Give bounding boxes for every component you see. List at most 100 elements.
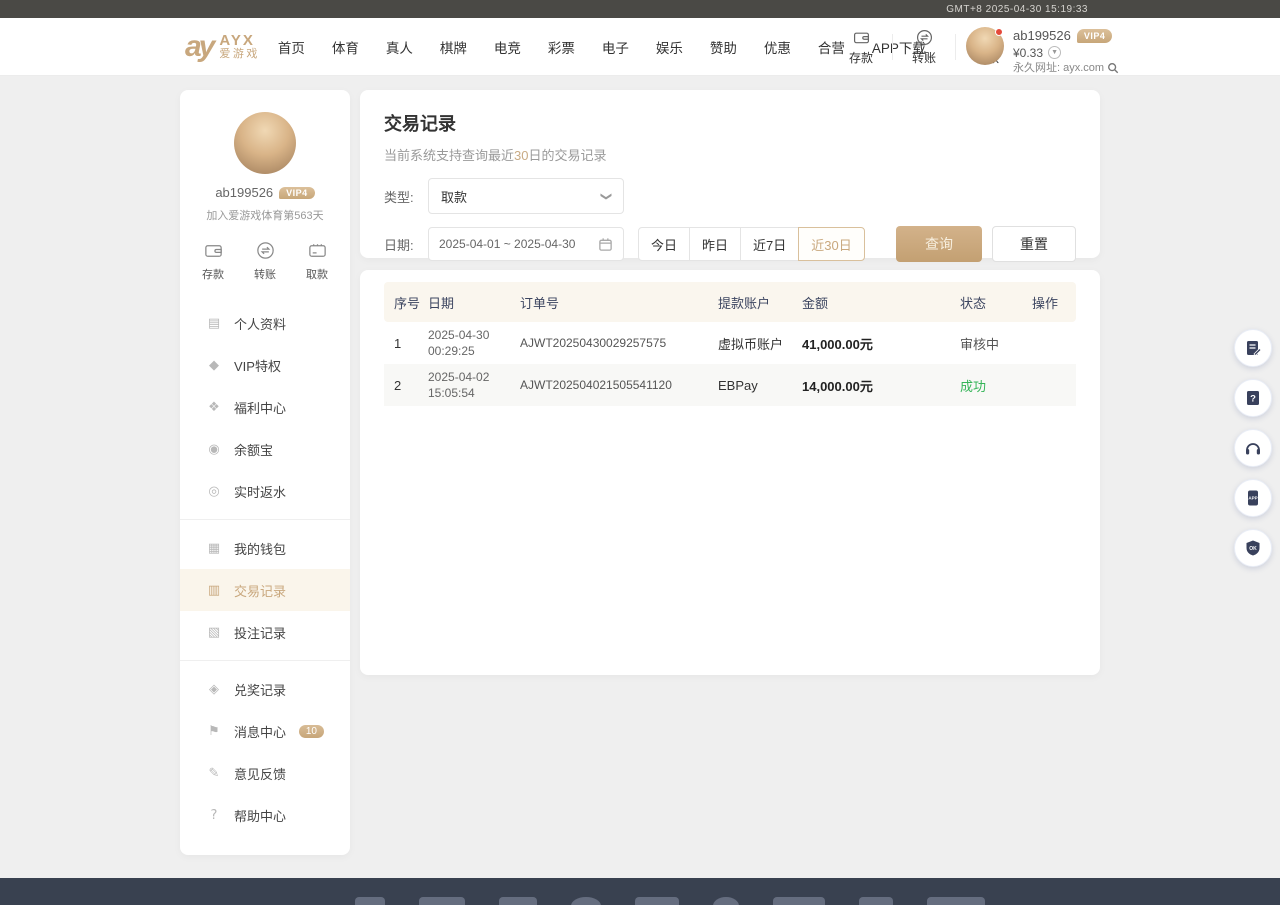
cell-date: 2025-04-30 00:29:25 <box>428 327 520 359</box>
sidebar: ab199526 VIP4 加入爱游戏体育第563天 存款 转账 <box>180 90 350 855</box>
menu-personal-info[interactable]: ▤ 个人资料 <box>180 302 350 344</box>
menu-realtime-rebate[interactable]: ◎ 实时返水 <box>180 470 350 512</box>
cell-no: 1 <box>384 336 428 351</box>
quick-date-yesterday[interactable]: 昨日 <box>689 227 741 261</box>
nav-slots[interactable]: 电子 <box>602 37 629 57</box>
header-user-block: ab199526 VIP4 ¥0.33 ▼ 永久网址: ayx.com <box>966 27 1119 76</box>
menu-betting-records[interactable]: ▧ 投注记录 <box>180 611 350 653</box>
deposit-button[interactable]: 存款 <box>840 28 882 66</box>
nav-lottery[interactable]: 彩票 <box>548 37 575 57</box>
quick-date-today[interactable]: 今日 <box>638 227 690 261</box>
bankcard-icon <box>307 240 328 261</box>
profile-username: ab199526 <box>215 185 273 200</box>
partner-logo <box>419 897 465 905</box>
quick-date-7days[interactable]: 近7日 <box>740 227 799 261</box>
divider <box>180 660 350 661</box>
menu-prize-records[interactable]: ◈ 兑奖记录 <box>180 668 350 710</box>
svg-text:APP: APP <box>1248 496 1257 501</box>
quick-date-30days[interactable]: 近30日 <box>798 227 864 261</box>
transfer-label: 转账 <box>912 49 936 66</box>
sidebar-withdraw-button[interactable]: 取款 <box>306 240 328 282</box>
transaction-record-icon: ▥ <box>206 583 222 598</box>
id-card-icon: ▤ <box>206 316 222 331</box>
help-icon: ? <box>206 808 222 823</box>
subtitle-days: 30 <box>514 148 528 163</box>
feedback-note-button[interactable] <box>1234 329 1272 367</box>
menu-label: 帮助中心 <box>234 806 286 825</box>
nav-cards[interactable]: 棋牌 <box>440 37 467 57</box>
nav-sports[interactable]: 体育 <box>332 37 359 57</box>
cell-order: AJWT202504021505541120 <box>520 378 718 392</box>
security-ok-button[interactable]: OK <box>1234 529 1272 567</box>
partner-logo <box>773 897 825 905</box>
sidebar-deposit-label: 存款 <box>202 266 224 282</box>
reset-button[interactable]: 重置 <box>992 226 1076 262</box>
prize-icon: ◈ <box>206 682 222 697</box>
cell-status: 成功 <box>960 376 1032 395</box>
menu-feedback[interactable]: ✎ 意见反馈 <box>180 752 350 794</box>
transfer-button[interactable]: 转账 <box>903 28 945 66</box>
joined-days: 加入爱游戏体育第563天 <box>180 207 350 223</box>
feedback-icon: ✎ <box>206 766 222 781</box>
user-avatar[interactable] <box>966 27 1004 65</box>
menu-label: 实时返水 <box>234 482 286 501</box>
menu-my-wallet[interactable]: ▦ 我的钱包 <box>180 527 350 569</box>
customer-service-button[interactable] <box>1234 429 1272 467</box>
help-book-button[interactable]: ? <box>1234 379 1272 417</box>
main-nav: 首页 体育 真人 棋牌 电竞 彩票 电子 娱乐 赞助 优惠 合营 APP下载 <box>278 37 926 57</box>
sidebar-quick-actions: 存款 转账 取款 <box>180 223 350 292</box>
profile-avatar <box>234 112 296 174</box>
cell-date-day: 2025-04-30 <box>428 328 489 342</box>
balance-refresh-icon[interactable]: ▼ <box>1048 46 1061 59</box>
wallet-icon: ▦ <box>206 541 222 556</box>
magnifier-icon[interactable] <box>1107 62 1119 74</box>
col-amount: 金额 <box>802 293 960 312</box>
type-select[interactable]: 取款 ❯ <box>428 178 624 214</box>
partner-logo <box>635 897 679 905</box>
type-label: 类型: <box>384 187 428 206</box>
divider <box>892 34 893 60</box>
sidebar-transfer-button[interactable]: 转账 <box>254 240 276 282</box>
search-button[interactable]: 查询 <box>896 226 982 262</box>
nav-sponsor[interactable]: 赞助 <box>710 37 737 57</box>
rebate-icon: ◎ <box>206 484 222 499</box>
message-count-badge: 10 <box>299 725 324 738</box>
cell-date-time: 00:29:25 <box>428 344 475 358</box>
app-download-button[interactable]: APP <box>1234 479 1272 517</box>
cell-order: AJWT20250430029257575 <box>520 336 718 350</box>
cell-date: 2025-04-02 15:05:54 <box>428 369 520 401</box>
brand-logo[interactable]: ay AYX 爱游戏 <box>185 32 260 62</box>
menu-yuebao[interactable]: ◉ 余额宝 <box>180 428 350 470</box>
customer-service-headset-icon <box>1243 438 1263 458</box>
money-pot-icon: ◉ <box>206 442 222 457</box>
balance: ¥0.33 <box>1013 45 1043 61</box>
feedback-note-icon <box>1243 338 1263 358</box>
nav-live[interactable]: 真人 <box>386 37 413 57</box>
nav-home[interactable]: 首页 <box>278 37 305 57</box>
menu-label: 兑奖记录 <box>234 680 286 699</box>
menu-vip-privilege[interactable]: ◆ VIP特权 <box>180 344 350 386</box>
menu-label: 福利中心 <box>234 398 286 417</box>
menu-welfare-center[interactable]: ❖ 福利中心 <box>180 386 350 428</box>
megaphone-icon: ⚑ <box>206 724 222 739</box>
col-date: 日期 <box>428 293 520 312</box>
menu-help-center[interactable]: ? 帮助中心 <box>180 794 350 836</box>
calendar-icon <box>598 237 613 252</box>
menu-label: 余额宝 <box>234 440 273 459</box>
floating-toolbar: ? APP OK <box>1234 329 1272 567</box>
menu-label: 消息中心 <box>234 722 286 741</box>
partner-logo <box>355 897 385 905</box>
menu-label: 投注记录 <box>234 623 286 642</box>
menu-message-center[interactable]: ⚑ 消息中心 10 <box>180 710 350 752</box>
nav-esports[interactable]: 电竞 <box>494 37 521 57</box>
table-header-row: 序号 日期 订单号 提款账户 金额 状态 操作 <box>384 282 1076 322</box>
wallet-icon <box>852 28 871 47</box>
menu-transaction-records[interactable]: ▥ 交易记录 <box>180 569 350 611</box>
nav-promo[interactable]: 优惠 <box>764 37 791 57</box>
logo-brand-text: AYX <box>219 33 260 49</box>
table-row: 1 2025-04-30 00:29:25 AJWT20250430029257… <box>384 322 1076 364</box>
nav-entertainment[interactable]: 娱乐 <box>656 37 683 57</box>
date-range-input[interactable]: 2025-04-01 ~ 2025-04-30 <box>428 227 624 261</box>
divider <box>955 34 956 60</box>
sidebar-deposit-button[interactable]: 存款 <box>202 240 224 282</box>
